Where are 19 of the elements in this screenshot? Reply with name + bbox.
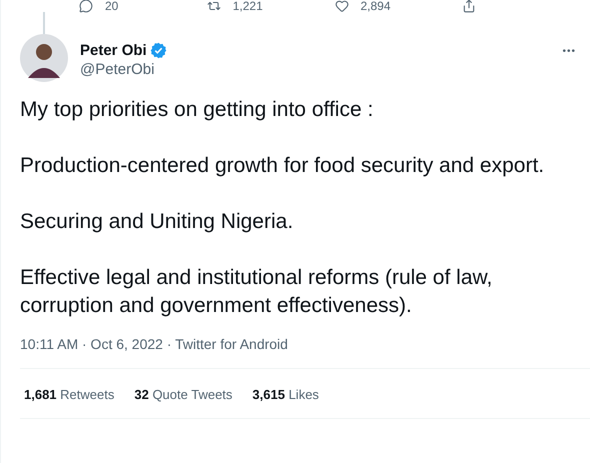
stat-link[interactable]: 3,615 Likes [252,387,319,402]
author-handle[interactable]: @PeterObi [80,61,167,78]
tweet-timestamp[interactable]: 10:11 AM · Oct 6, 2022 · Twitter for Android [20,336,571,352]
stat-link[interactable]: 1,681 Retweets [24,387,114,402]
heart-icon[interactable] [334,0,348,13]
author-name[interactable]: Peter Obi [80,42,147,59]
avatar-icon[interactable] [20,34,68,82]
action-count: 1,221 [232,0,263,12]
action-count: 20 [105,0,118,12]
share-icon[interactable] [462,0,476,13]
tweet-text: Production-centered growth for food security and export. [20,153,546,179]
tweet-text: Securing and Uniting Nigeria. [20,209,294,235]
more-options-icon[interactable]: ••• [562,46,576,82]
retweet-icon[interactable] [206,0,221,13]
action-count: 2,894 [360,0,391,12]
stat-link[interactable]: 32 Quote Tweets [134,387,232,402]
tweet-text: Effective legal and institutional reforms (rule of law, corruption and government effectiveness). [20,265,494,319]
reply-icon[interactable] [79,0,93,13]
tweet-text: My top priorities on getting into office : [20,97,374,123]
